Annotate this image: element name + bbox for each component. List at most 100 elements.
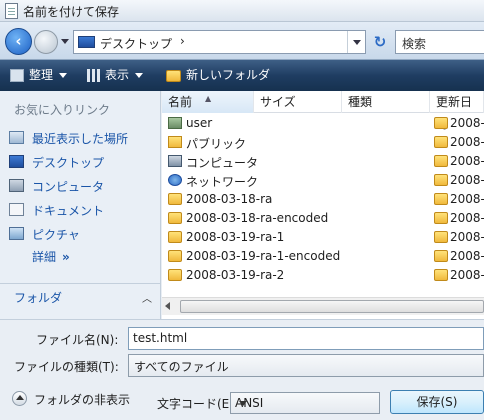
chevron-up-icon: ︿ (142, 294, 152, 305)
forward-button[interactable] (34, 30, 58, 54)
folder-icon (168, 136, 182, 148)
computer-icon (9, 179, 24, 192)
folder-icon (434, 269, 448, 281)
file-name: 2008-0 (450, 135, 484, 149)
folder-icon (434, 212, 448, 224)
desktop-icon (78, 36, 95, 48)
organize-label: 整理 (29, 68, 54, 82)
organize-icon (10, 69, 24, 82)
file-list: 名前 ▲ サイズ 種類 更新日時 user パブリック コンピュータ ネットワー… (162, 91, 484, 319)
column-header-type[interactable]: 種類 (342, 91, 430, 113)
list-item-right[interactable]: 2008-0 (432, 171, 484, 190)
sort-ascending-icon: ▲ (205, 94, 212, 103)
hide-folders-label: フォルダの非表示 (34, 393, 131, 407)
views-icon (87, 69, 100, 82)
double-chevron-icon: » (62, 250, 70, 264)
new-folder-button[interactable]: 新しいフォルダ (166, 67, 270, 85)
folder-icon (168, 269, 182, 281)
refresh-icon[interactable]: ↻ (370, 32, 390, 52)
sidebar-item-label: ピクチャ (32, 228, 80, 242)
file-name: パブリック (186, 137, 247, 151)
chevron-down-icon (135, 73, 144, 78)
encoding-select[interactable]: ANSI (230, 392, 380, 414)
pictures-icon (9, 227, 24, 240)
file-name: 2008-0 (450, 116, 484, 130)
folder-icon (434, 250, 448, 262)
desktop-icon (9, 155, 24, 168)
file-name: コンピュータ (186, 156, 259, 170)
address-location[interactable]: デスクトップ (100, 35, 172, 52)
more-links-button[interactable]: 詳細 » (32, 248, 70, 265)
search-input[interactable]: 検索 (395, 30, 484, 54)
scrollbar-thumb[interactable] (180, 300, 484, 313)
filetype-label: ファイルの種類(T): (14, 360, 119, 374)
list-item-right[interactable]: 2008-0 (432, 114, 484, 133)
file-name: 2008-0 (450, 211, 484, 225)
window-title: 名前を付けて保存 (23, 5, 120, 19)
folder-icon (168, 212, 182, 224)
folder-icon (434, 231, 448, 243)
network-icon (168, 174, 182, 186)
file-name: 2008-03-19-ra-2 (186, 268, 285, 282)
column-header-label: 名前 (168, 95, 193, 109)
new-folder-label: 新しいフォルダ (186, 68, 271, 82)
recent-places-icon (9, 131, 24, 144)
list-item-right[interactable]: 2008-0 (432, 133, 484, 152)
new-folder-icon (166, 69, 181, 82)
filename-field[interactable]: test.html (128, 327, 484, 350)
history-dropdown-icon[interactable] (61, 39, 69, 44)
folder-icon (168, 250, 182, 262)
views-label: 表示 (105, 68, 130, 82)
save-button[interactable]: 保存(S) (390, 390, 484, 414)
file-name: user (186, 116, 213, 130)
file-name: 2008-0 (450, 249, 484, 263)
address-dropdown-icon[interactable] (347, 31, 365, 53)
command-bar: 整理 表示 新しいフォルダ (0, 60, 484, 91)
file-name: 2008-03-18-ra (186, 192, 273, 206)
file-name: 2008-03-19-ra-1-encoded (186, 249, 341, 263)
sidebar-item-label: ドキュメント (32, 204, 105, 218)
documents-icon (9, 203, 24, 216)
folder-icon (434, 117, 448, 129)
folder-icon (434, 193, 448, 205)
chevron-down-icon (235, 393, 251, 413)
document-icon (5, 3, 18, 19)
search-placeholder: 検索 (402, 37, 427, 51)
list-item-right[interactable]: 2008-0 (432, 247, 484, 266)
breadcrumb-chevron-icon[interactable]: › (180, 34, 185, 48)
scroll-left-icon[interactable] (165, 302, 170, 310)
organize-button[interactable]: 整理 (10, 67, 68, 85)
filetype-select[interactable]: すべてのファイル (128, 354, 484, 377)
chevron-up-icon (12, 391, 27, 406)
views-button[interactable]: 表示 (87, 67, 144, 85)
user-folder-icon (168, 117, 182, 129)
list-item-right[interactable]: 2008-0 (432, 209, 484, 228)
sidebar-item-label: コンピュータ (32, 180, 105, 194)
horizontal-scrollbar[interactable] (162, 297, 484, 315)
computer-icon (168, 155, 182, 167)
filetype-value: すべてのファイル (134, 360, 229, 374)
navigation-pane: お気に入りリンク 最近表示した場所 デスクトップ コンピュータ ドキュメント ピ… (0, 91, 161, 319)
column-header-size[interactable]: サイズ (254, 91, 342, 113)
sidebar-item-label: 最近表示した場所 (32, 132, 129, 146)
folders-toggle[interactable]: フォルダ ︿ (0, 283, 160, 309)
file-name: 2008-0 (450, 154, 484, 168)
filename-label: ファイル名(N): (36, 333, 119, 347)
list-item-right[interactable]: 2008-0 (432, 190, 484, 209)
favorites-header: お気に入りリンク (14, 103, 111, 117)
address-box[interactable]: デスクトップ › (73, 30, 366, 54)
list-item-right[interactable]: 2008-0 (432, 228, 484, 247)
list-item-right[interactable]: 2008-0 (432, 152, 484, 171)
folder-icon (168, 193, 182, 205)
folders-label: フォルダ (14, 291, 63, 305)
file-name: ネットワーク (186, 175, 259, 189)
list-item-right[interactable]: 2008-0 (432, 266, 484, 285)
file-name: 2008-0 (450, 173, 484, 187)
address-bar-area: ‹ デスクトップ › ↻ 検索 (0, 22, 484, 60)
folder-icon (434, 174, 448, 186)
back-button[interactable]: ‹ (5, 28, 32, 55)
folder-icon (168, 231, 182, 243)
column-header-name[interactable]: 名前 ▲ (162, 91, 254, 113)
filename-value: test.html (133, 331, 188, 345)
column-header-modified[interactable]: 更新日時 (430, 91, 484, 131)
